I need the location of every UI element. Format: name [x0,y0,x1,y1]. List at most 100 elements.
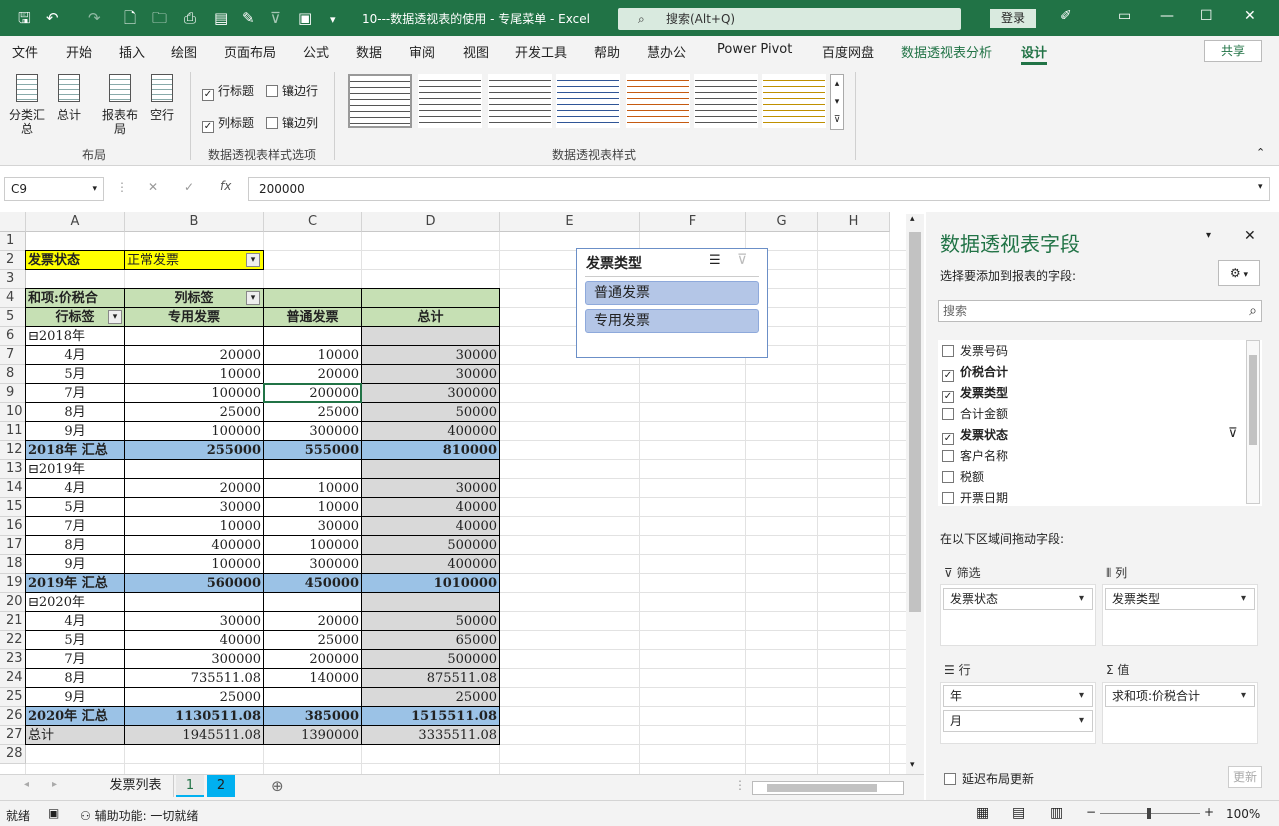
column-header[interactable]: B [125,212,264,232]
row-header[interactable]: 1 [0,232,26,251]
row-label[interactable]: 4月 [28,346,122,365]
subtotal-label[interactable]: 2020年 汇总 [28,707,122,726]
enter-icon[interactable]: ✓ [184,180,194,194]
worksheet-grid[interactable]: A B C D E F G H 1 2 3 4 5 6 7 8 9 10 11 12 13 14 15 16 17 18 19 20 2… [0,212,924,774]
field-search-input[interactable]: 搜索 ⌕ [938,300,1262,322]
year-group-label[interactable]: ⊟2019年 [28,460,122,479]
slicer-item[interactable]: 普通发票 [585,281,759,305]
row-header[interactable]: 9 [0,384,26,403]
value-cell[interactable]: 30000 [127,612,261,631]
column-heading[interactable]: 总计 [364,308,497,327]
row-header[interactable]: 20 [0,593,26,612]
filter-dropdown-icon[interactable]: ▾ [246,253,260,267]
field-filter-icon[interactable]: ⊽ [1228,426,1238,441]
column-header[interactable]: C [264,212,362,232]
row-headers-checkbox[interactable]: ✓ 行标题 [202,82,254,101]
value-cell[interactable]: 100000 [127,384,261,403]
pivot-style-swatch[interactable] [626,74,690,128]
row-header[interactable]: 10 [0,403,26,422]
tab-5[interactable]: 公式 [303,42,329,61]
row-label[interactable]: 7月 [28,384,122,403]
page-layout-icon[interactable]: ▤ [1012,805,1025,821]
row-label[interactable]: 9月 [28,688,122,707]
normal-view-icon[interactable]: ▦ [976,805,989,821]
ribbon-display-icon[interactable]: ▭ [1118,8,1131,24]
value-cell[interactable]: 30000 [364,365,497,384]
close-pane-icon[interactable]: ✕ [1244,228,1256,244]
scroll-up-icon[interactable]: ▴ [910,214,915,224]
value-cell[interactable]: 30000 [364,479,497,498]
field-checkbox[interactable]: 合计金额 [942,405,1008,422]
value-cell[interactable]: 65000 [364,631,497,650]
field-checkbox[interactable]: ✓ 价税合计 [942,363,1008,382]
add-sheet-icon[interactable]: ⊕ [271,777,284,795]
close-icon[interactable]: ✕ [1244,8,1256,24]
expand-formula-icon[interactable]: ▾ [1258,182,1263,192]
pen-icon[interactable]: ✐ [1060,8,1072,24]
row-label[interactable]: 4月 [28,612,122,631]
column-header[interactable]: D [362,212,500,232]
value-cell[interactable] [364,327,497,346]
value-cell[interactable]: 400000 [364,555,497,574]
update-button[interactable]: 更新 [1228,766,1262,788]
scroll-thumb[interactable] [767,784,877,792]
sheet-tab[interactable]: 1 [176,775,204,797]
subtotal-label[interactable]: 2019年 汇总 [28,574,122,593]
value-cell[interactable]: 1390000 [266,726,359,745]
value-cell[interactable] [266,327,359,346]
row-header[interactable]: 14 [0,479,26,498]
value-cell[interactable]: 3335511.08 [364,726,497,745]
grand-totals-button[interactable]: 总计 [52,74,86,122]
save-icon[interactable]: 🖫 [18,9,31,27]
tab-15[interactable]: 设计 [1021,42,1048,65]
row-header[interactable]: 18 [0,555,26,574]
accessibility-status[interactable]: ⚇ 辅助功能: 一切就绪 [80,807,198,824]
pivot-style-swatch[interactable] [762,74,826,128]
undo-icon[interactable]: ↶ [46,9,59,27]
value-cell[interactable]: 10000 [266,346,359,365]
row-field-chip[interactable]: 月 [943,710,1093,732]
tab-11[interactable]: 慧办公 [647,42,686,61]
row-header[interactable]: 11 [0,422,26,441]
insert-function-icon[interactable]: fx [220,179,231,193]
row-label[interactable]: 7月 [28,650,122,669]
maximize-icon[interactable]: ☐ [1200,8,1213,24]
row-header[interactable]: 17 [0,536,26,555]
value-cell[interactable]: 255000 [127,441,261,460]
field-checkbox[interactable]: ✓ 发票类型 [942,384,1008,403]
value-cell[interactable]: 50000 [364,612,497,631]
row-label[interactable]: 5月 [28,365,122,384]
year-group-label[interactable]: ⊟2020年 [28,593,122,612]
value-cell[interactable]: 100000 [266,536,359,555]
preview-icon[interactable]: ▤ [214,9,228,27]
tab-14[interactable]: 数据透视表分析 [901,42,992,61]
field-checkbox[interactable]: 客户名称 [942,447,1008,464]
tab-7[interactable]: 审阅 [409,42,435,61]
field-checkbox[interactable]: 税额 [942,468,984,485]
tab-12[interactable]: Power Pivot [717,42,792,57]
filter-field-chip[interactable]: 发票状态 [943,588,1093,610]
scroll-thumb[interactable] [909,232,921,612]
row-header[interactable]: 25 [0,688,26,707]
value-cell[interactable]: 40000 [364,517,497,536]
selected-cell[interactable] [263,383,362,403]
filter-icon[interactable]: ⊽ [270,9,281,27]
row-header[interactable]: 21 [0,612,26,631]
value-cell[interactable] [127,593,261,612]
column-heading[interactable]: 专用发票 [127,308,261,327]
cancel-icon[interactable]: ✕ [148,180,158,194]
customize-qat-icon[interactable]: ▾ [330,11,336,29]
sheet-tab[interactable]: 发票列表 [98,775,174,797]
value-cell[interactable]: 30000 [266,517,359,536]
row-label[interactable]: 7月 [28,517,122,536]
subtotals-button[interactable]: 分类汇总 [6,74,48,136]
value-cell[interactable]: 385000 [266,707,359,726]
row-label[interactable]: 9月 [28,422,122,441]
settings-button[interactable]: ⚙ ▾ [1218,260,1260,286]
year-group-label[interactable]: ⊟2018年 [28,327,122,346]
banded-rows-checkbox[interactable]: 镶边行 [266,82,318,99]
formula-input[interactable]: 200000 [248,177,1270,201]
value-cell[interactable]: 810000 [364,441,497,460]
value-cell[interactable]: 100000 [127,555,261,574]
field-checkbox[interactable]: ✓ 发票状态 [942,426,1008,445]
